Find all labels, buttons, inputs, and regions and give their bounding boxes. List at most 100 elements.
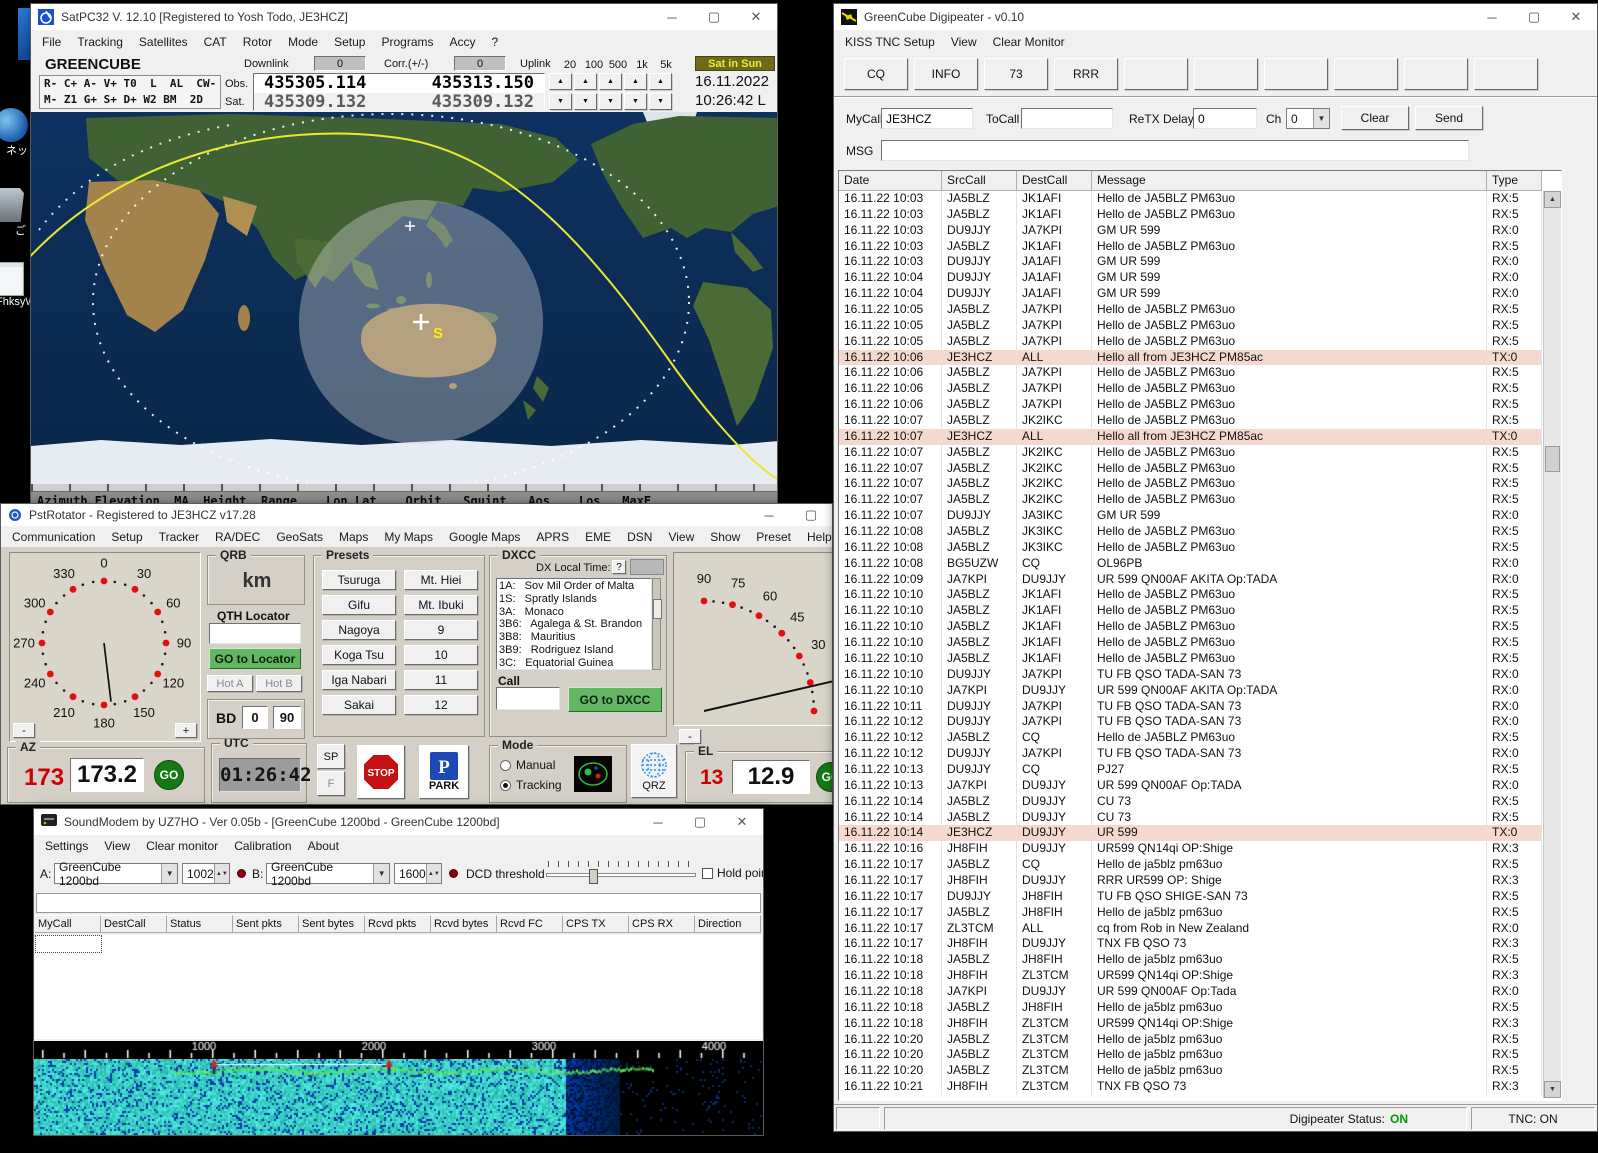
toolbar-button-empty[interactable] (1124, 58, 1188, 90)
menu-item-my-maps[interactable]: My Maps (376, 526, 441, 548)
preset-button-mt-hiei[interactable]: Mt. Hiei (404, 570, 478, 590)
preset-button-nagoya[interactable]: Nagoya (322, 620, 396, 640)
menu-item-google-maps[interactable]: Google Maps (441, 526, 528, 548)
preset-button-11[interactable]: 11 (404, 670, 478, 690)
table-row[interactable]: 16.11.22 10:14JE3HCZDU9JJYUR 599TX:0 (839, 825, 1542, 841)
hold-pointers-checkbox[interactable]: Hold pointers (702, 866, 764, 880)
send-button[interactable]: Send (1415, 106, 1483, 130)
menu-item-eme[interactable]: EME (577, 526, 619, 548)
preset-button-sakai[interactable]: Sakai (322, 695, 396, 715)
table-row[interactable]: 16.11.22 10:17ZL3TCMALLcq from Rob in Ne… (839, 921, 1542, 937)
close-button[interactable]: ✕ (1555, 4, 1597, 30)
dxcc-list-item[interactable]: 1A: Sov Mil Order of Malta (499, 580, 649, 593)
tune-down-button[interactable]: ▼ (624, 93, 647, 110)
column-header-date[interactable]: Date (839, 171, 942, 191)
maximize-button[interactable]: ▢ (679, 809, 721, 835)
table-row[interactable]: 16.11.22 10:07JA5BLZJK2IKCHello de JA5BL… (839, 461, 1542, 477)
maximize-button[interactable]: ▢ (790, 504, 832, 526)
table-row[interactable]: 16.11.22 10:10JA5BLZJK1AFIHello de JA5BL… (839, 619, 1542, 635)
table-row[interactable]: 16.11.22 10:05JA5BLZJA7KPIHello de JA5BL… (839, 318, 1542, 334)
menu-item-show[interactable]: Show (702, 526, 748, 548)
column-header-sent-pkts[interactable]: Sent pkts (233, 915, 299, 933)
close-button[interactable]: ✕ (721, 809, 763, 835)
table-row[interactable]: 16.11.22 10:08JA5BLZJK3IKCHello de JA5BL… (839, 540, 1542, 556)
desktop-icon-network[interactable]: ネッ (0, 108, 28, 158)
menu-item-view[interactable]: View (660, 526, 702, 548)
minimize-button[interactable]: ─ (637, 809, 679, 835)
column-header-rcvd-fc[interactable]: Rcvd FC (497, 915, 563, 933)
dx-help-button[interactable]: ? (612, 560, 626, 574)
menu-item-clear-monitor[interactable]: Clear Monitor (985, 31, 1073, 53)
table-row[interactable]: 16.11.22 10:10JA5BLZJK1AFIHello de JA5BL… (839, 603, 1542, 619)
table-row[interactable]: 16.11.22 10:07DU9JJYJA3IKCGM UR 599RX:0 (839, 508, 1542, 524)
tune-up-button[interactable]: ▲ (599, 73, 622, 90)
table-row[interactable]: 16.11.22 10:03DU9JJYJA1AFIGM UR 599RX:0 (839, 254, 1542, 270)
go-to-dxcc-button[interactable]: GO to DXCC (568, 687, 662, 712)
dxcc-list-item[interactable]: 3B9: Rodriguez Island (499, 644, 649, 657)
az-value-field[interactable]: 173.2 (70, 758, 144, 792)
menu-item-aprs[interactable]: APRS (528, 526, 577, 548)
menu-item-dsn[interactable]: DSN (619, 526, 660, 548)
table-row[interactable]: 16.11.22 10:06JA5BLZJA7KPIHello de JA5BL… (839, 397, 1542, 413)
73-button[interactable]: 73 (984, 58, 1048, 90)
call-input[interactable] (496, 687, 560, 710)
menu-item-view[interactable]: View (96, 835, 138, 857)
minimize-button[interactable]: ─ (651, 4, 693, 30)
channel-b-select[interactable]: GreenCube 1200bd▼ (266, 863, 390, 884)
toolbar-button-empty[interactable] (1194, 58, 1258, 90)
column-header-message[interactable]: Message (1092, 171, 1487, 191)
qth-locator-input[interactable] (209, 623, 301, 644)
table-row[interactable]: 16.11.22 10:17DU9JJYJH8FIHTU FB QSO SHIG… (839, 889, 1542, 905)
menu-item--[interactable]: ? (484, 31, 507, 53)
table-row[interactable]: 16.11.22 10:06JE3HCZALLHello all from JE… (839, 350, 1542, 366)
table-row[interactable]: 16.11.22 10:12DU9JJYJA7KPITU FB QSO TADA… (839, 746, 1542, 762)
info-button[interactable]: INFO (914, 58, 978, 90)
bd-left-field[interactable]: 0 (242, 706, 268, 729)
satellite-name[interactable]: GREENCUBE (45, 56, 141, 73)
table-row[interactable]: 16.11.22 10:18JH8FIHZL3TCMUR599 QN14qi O… (839, 1016, 1542, 1032)
menu-item-clear-monitor[interactable]: Clear monitor (138, 835, 226, 857)
table-row[interactable]: 16.11.22 10:10DU9JJYJA7KPITU FB QSO TADA… (839, 667, 1542, 683)
corr-field[interactable]: 0 (454, 56, 506, 71)
slider-thumb[interactable] (589, 869, 598, 884)
preset-button-12[interactable]: 12 (404, 695, 478, 715)
dxcc-list-item[interactable]: 3A: Monaco (499, 606, 649, 619)
menu-item-communication[interactable]: Communication (4, 526, 103, 548)
tocall-input[interactable] (1021, 108, 1113, 129)
desktop-icon-recycle[interactable]: ご (0, 188, 26, 238)
table-row[interactable]: 16.11.22 10:04DU9JJYJA1AFIGM UR 599RX:0 (839, 270, 1542, 286)
column-header-cps-tx[interactable]: CPS TX (563, 915, 629, 933)
msg-input[interactable] (881, 140, 1469, 161)
table-row[interactable]: 16.11.22 10:12JA5BLZCQHello de JA5BLZ PM… (839, 730, 1542, 746)
satpc32-titlebar[interactable]: SatPC32 V. 12.10 [Registered to Yosh Tod… (31, 4, 777, 30)
table-row[interactable]: 16.11.22 10:08BG5UZWCQOL96PBRX:0 (839, 556, 1542, 572)
menu-item-rotor[interactable]: Rotor (235, 31, 280, 53)
dxcc-list-item[interactable]: 3B8: Mauritius (499, 631, 649, 644)
preset-button-iga-nabari[interactable]: Iga Nabari (322, 670, 396, 690)
tune-up-button[interactable]: ▲ (649, 73, 672, 90)
scroll-down-button[interactable]: ▼ (1544, 1081, 1561, 1098)
dxcc-list-item[interactable]: 3B6: Agalega & St. Brandon (499, 618, 649, 631)
menu-item-accy[interactable]: Accy (441, 31, 483, 53)
menu-item-setup[interactable]: Setup (326, 31, 373, 53)
table-row[interactable]: 16.11.22 10:07JA5BLZJK2IKCHello de JA5BL… (839, 445, 1542, 461)
cq-button[interactable]: CQ (844, 58, 908, 90)
column-header-rcvd-pkts[interactable]: Rcvd pkts (365, 915, 431, 933)
menu-item-setup[interactable]: Setup (103, 526, 150, 548)
digipeater-titlebar[interactable]: GreenCube Digipeater - v0.10 ─ ▢ ✕ (834, 4, 1597, 30)
table-row[interactable]: 16.11.22 10:03DU9JJYJA7KPIGM UR 599RX:0 (839, 223, 1542, 239)
menu-item-tracking[interactable]: Tracking (69, 31, 131, 53)
table-row[interactable]: 16.11.22 10:17JA5BLZCQHello de ja5blz pm… (839, 857, 1542, 873)
preset-button-10[interactable]: 10 (404, 645, 478, 665)
table-row[interactable]: 16.11.22 10:14JA5BLZDU9JJYCU 73RX:5 (839, 810, 1542, 826)
toolbar-button-empty[interactable] (1334, 58, 1398, 90)
channel-a-select[interactable]: GreenCube 1200bd▼ (54, 863, 178, 884)
table-row[interactable]: 16.11.22 10:17JH8FIHDU9JJYRRR UR599 OP: … (839, 873, 1542, 889)
table-row[interactable]: 16.11.22 10:06JA5BLZJA7KPIHello de JA5BL… (839, 365, 1542, 381)
table-row[interactable]: 16.11.22 10:21JH8FIHZL3TCMTNX FB QSO 73R… (839, 1079, 1542, 1095)
table-row[interactable]: 16.11.22 10:10JA5BLZJK1AFIHello de JA5BL… (839, 635, 1542, 651)
table-row[interactable]: 16.11.22 10:18JA5BLZJH8FIHHello de ja5bl… (839, 1000, 1542, 1016)
desktop-icon-partial[interactable] (18, 8, 30, 60)
column-header-sent-bytes[interactable]: Sent bytes (299, 915, 365, 933)
azimuth-compass[interactable]: 0306090120150180210240270300330 (10, 553, 200, 736)
